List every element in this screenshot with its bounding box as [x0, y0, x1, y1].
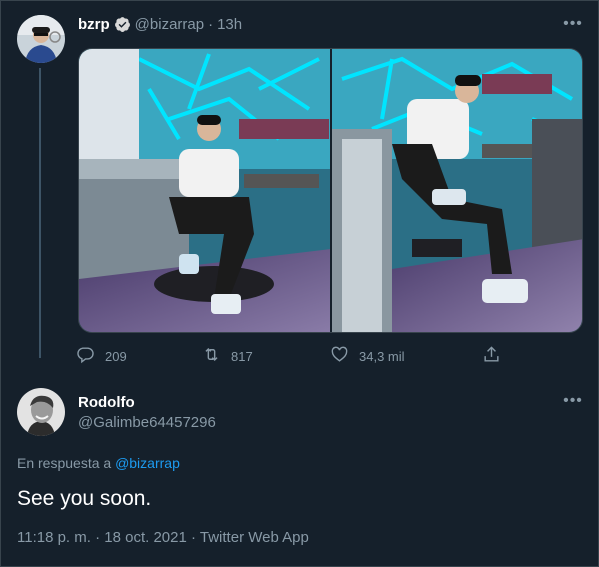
reply-button[interactable]: 209	[76, 345, 127, 367]
tweet-header: bzrp @bizarrap · 13h	[78, 14, 242, 34]
reply-author-name[interactable]: Rodolfo	[78, 394, 135, 411]
reply-more-options-icon[interactable]: •••	[563, 391, 583, 411]
reply-author-handle[interactable]: @Galimbe64457296	[78, 414, 216, 431]
in-reply-handle-link[interactable]: @bizarrap	[115, 455, 180, 471]
verified-badge-icon	[114, 16, 131, 33]
tweet-media	[78, 48, 583, 333]
avatar-rodolfo[interactable]	[17, 388, 65, 436]
reply-count: 209	[105, 348, 127, 364]
share-icon	[482, 345, 501, 367]
share-button[interactable]	[482, 345, 501, 367]
studio-photo-1[interactable]	[79, 49, 330, 332]
author-handle[interactable]: @bizarrap	[135, 16, 204, 33]
author-name[interactable]: bzrp	[78, 16, 110, 33]
reply-text: See you soon.	[17, 487, 152, 510]
in-reply-prefix: En respuesta a	[17, 455, 112, 471]
tweet-actions: 209 817 34,3 mil	[76, 345, 506, 367]
tweet-time[interactable]: 13h	[217, 16, 242, 33]
thread-line	[39, 68, 41, 358]
reply-icon	[76, 345, 95, 367]
avatar-bzrp[interactable]	[17, 15, 65, 63]
retweet-count: 817	[231, 348, 253, 364]
like-count: 34,3 mil	[359, 348, 405, 364]
like-button[interactable]: 34,3 mil	[330, 345, 405, 367]
retweet-button[interactable]: 817	[202, 345, 253, 367]
studio-photo-2[interactable]	[331, 49, 582, 332]
more-options-icon[interactable]: •••	[563, 14, 583, 34]
retweet-icon	[202, 345, 221, 367]
like-icon	[330, 345, 349, 367]
in-reply-to: En respuesta a @bizarrap	[17, 455, 180, 471]
reply-timestamp[interactable]: 11:18 p. m. · 18 oct. 2021 · Twitter Web…	[17, 529, 309, 546]
header-separator: ·	[208, 15, 214, 33]
